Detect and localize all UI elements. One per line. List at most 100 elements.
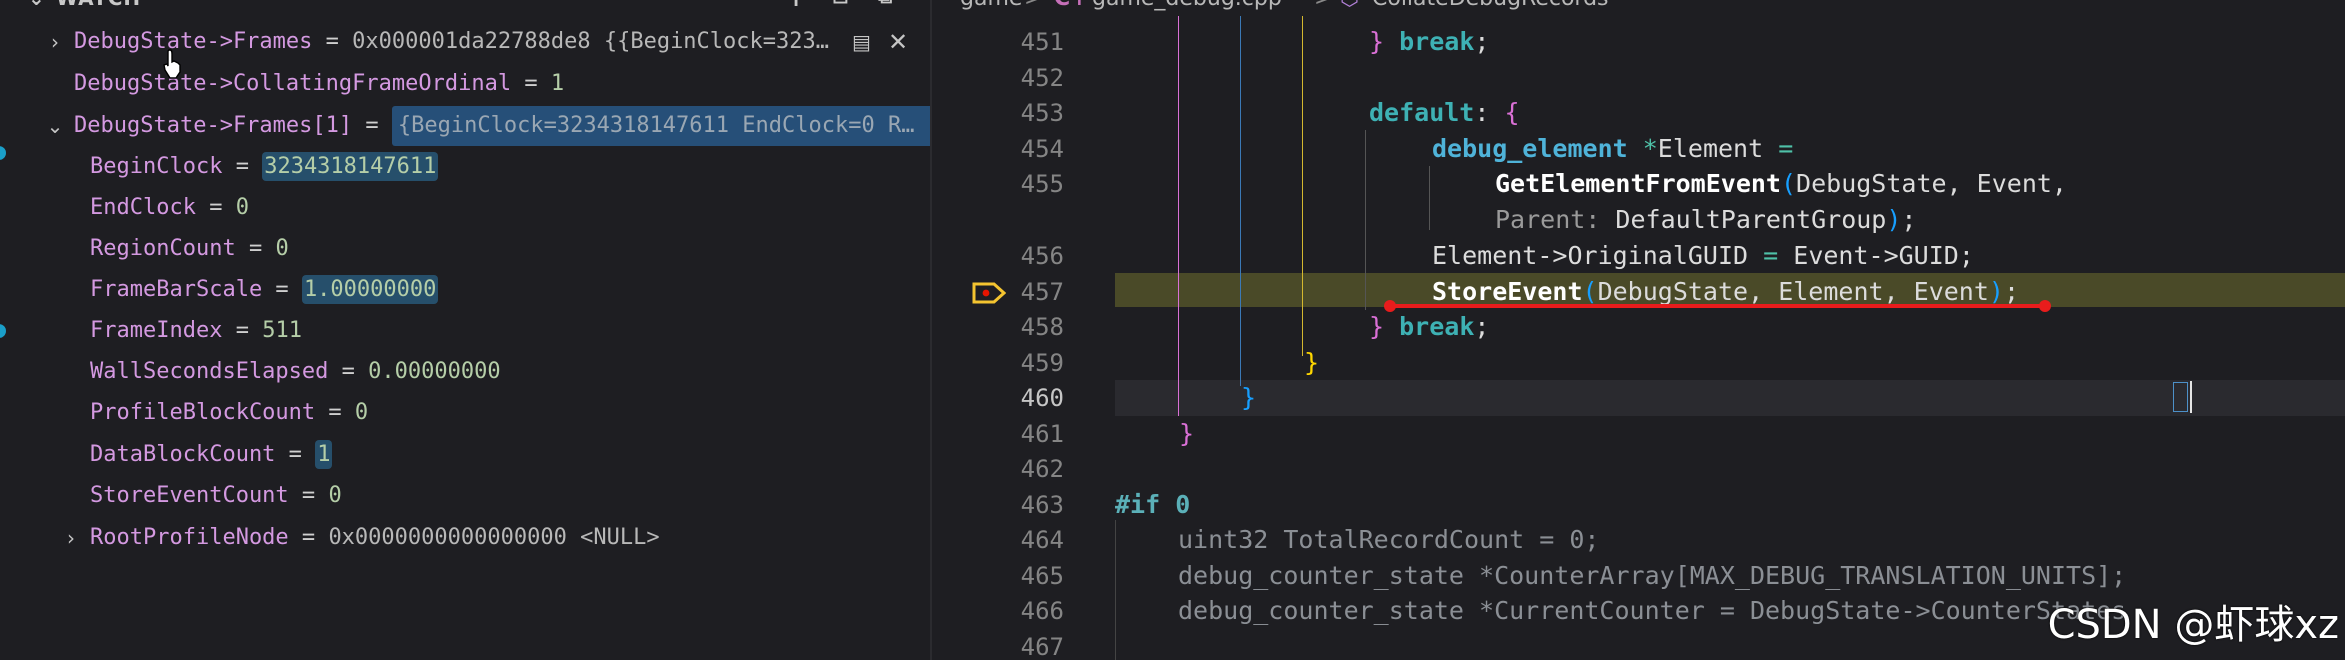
watch-member: FrameBarScale — [90, 277, 263, 302]
code-line-459[interactable]: } — [932, 345, 2345, 381]
watch-member: DataBlockCount — [90, 442, 276, 467]
watch-equals: = — [352, 113, 392, 138]
chevron-right-icon[interactable]: › — [44, 22, 66, 62]
code-line-463[interactable]: #if 0 — [932, 487, 2345, 523]
inlay-hint: Parent: — [1495, 205, 1601, 234]
watch-row-frames-1[interactable]: ⌄ DebugState->Frames[1] = {BeginClock=32… — [20, 106, 930, 146]
watch-member: StoreEventCount — [90, 483, 289, 508]
code-line-455[interactable]: GetElementFromEvent(DebugState, Event, — [932, 166, 2345, 202]
code-token: ; — [1474, 312, 1490, 341]
code-token: * — [1642, 134, 1658, 163]
code-token: ( — [1582, 277, 1598, 306]
code-token: } — [1369, 27, 1385, 56]
watch-value: 0x000001da22788de8 — [352, 29, 591, 54]
text-cursor — [2190, 381, 2192, 413]
code-token: Element->OriginalGUID — [1432, 241, 1749, 270]
watch-row-collating-frame[interactable]: DebugState->CollatingFrameOrdinal = 1 — [20, 64, 930, 104]
watch-equals: = — [235, 236, 276, 261]
watch-header[interactable]: ⌄ WATCH + ⊟ ⧉ — [0, 0, 930, 16]
watch-value: 0x0000000000000000 — [328, 525, 567, 550]
code-line-461[interactable]: } — [932, 416, 2345, 452]
watch-row-end-clock[interactable]: EndClock = 0 — [20, 188, 930, 228]
watch-member: ProfileBlockCount — [90, 400, 316, 425]
breadcrumb: game > C+ game_debug.cpp > ⬡ CollateDebu… — [932, 0, 2345, 16]
code-line-453[interactable]: default: { — [932, 95, 2345, 131]
code-token: break — [1399, 27, 1475, 56]
code-line-465[interactable]: debug_counter_state *CounterArray[MAX_DE… — [932, 558, 2345, 594]
watch-row-data-block-count[interactable]: DataBlockCount = 1 — [20, 435, 930, 475]
chevron-down-icon[interactable]: ⌄ — [28, 0, 45, 10]
watch-expression: DebugState->Frames[1] — [74, 113, 353, 138]
watch-equals: = — [315, 400, 355, 425]
code-token: = — [1778, 134, 1794, 163]
code-line-451[interactable]: } break; — [932, 24, 2345, 60]
code-token: } — [1179, 419, 1195, 448]
watch-row-frame-index[interactable]: FrameIndex = 511 — [20, 311, 930, 351]
code-token: debug_counter_state *CurrentCounter = De… — [1178, 596, 2127, 625]
code-token: : — [1474, 98, 1490, 127]
code-token: } — [1241, 383, 1257, 412]
code-token: ; — [2003, 277, 2020, 306]
code-line-455-wrap[interactable]: Parent: DefaultParentGroup); — [932, 202, 2345, 238]
breadcrumb-symbol[interactable]: CollateDebugRecords — [1372, 0, 1609, 11]
watch-member: WallSecondsElapsed — [90, 359, 329, 384]
code-token: uint32 TotalRecordCount = 0; — [1178, 525, 1600, 554]
breakpoint-dot-icon[interactable] — [0, 146, 6, 160]
code-line-460[interactable]: } — [932, 380, 2345, 416]
view-binary-icon[interactable]: ▤ — [852, 22, 871, 62]
watch-row-profile-block-count[interactable]: ProfileBlockCount = 0 — [20, 393, 930, 433]
watch-row-begin-clock[interactable]: BeginClock = 3234318147611 — [20, 147, 930, 187]
code-line-454[interactable]: debug_element *Element = — [932, 131, 2345, 167]
annotation-dot — [2039, 300, 2051, 312]
code-line-464[interactable]: uint32 TotalRecordCount = 0; — [932, 522, 2345, 558]
watch-equals: = — [222, 318, 263, 343]
breakpoint-arrow-icon[interactable] — [972, 282, 1006, 304]
code-line-458[interactable]: } break; — [932, 309, 2345, 345]
watch-value: 0 — [328, 483, 342, 508]
code-token: debug_counter_state *CounterArray[MAX_DE… — [1178, 561, 2127, 590]
watch-value: 0 — [354, 400, 369, 425]
watermark: CSDN @虾球xz — [2047, 602, 2339, 648]
code-token: DebugState, Event, — [1796, 169, 2067, 198]
watch-row-root-profile-node[interactable]: › RootProfileNode = 0x0000000000000000 <… — [20, 518, 930, 558]
breakpoint-dot-icon[interactable] — [0, 324, 6, 338]
watch-value: 511 — [262, 318, 302, 343]
watch-value: 3234318147611 — [262, 152, 439, 181]
watch-row-frames[interactable]: › DebugState->Frames = 0x000001da22788de… — [20, 22, 930, 62]
code-token: = — [1763, 241, 1779, 270]
close-icon[interactable]: ✕ — [888, 22, 908, 62]
code-token: { — [1504, 98, 1520, 127]
chevron-down-icon[interactable]: ⌄ — [44, 106, 66, 146]
watch-member: BeginClock — [90, 154, 223, 179]
remove-all-icon[interactable]: ⧉ — [878, 0, 892, 8]
watch-member: FrameIndex — [90, 318, 223, 343]
watch-row-store-event-count[interactable]: StoreEventCount = 0 — [20, 476, 930, 516]
watch-row-region-count[interactable]: RegionCount = 0 — [20, 229, 930, 269]
add-expression-icon[interactable]: + — [786, 0, 806, 12]
watch-member: RootProfileNode — [90, 525, 289, 550]
collapse-all-icon[interactable]: ⊟ — [832, 0, 849, 8]
breadcrumb-folder[interactable]: game — [960, 0, 1022, 11]
code-line-456[interactable]: Element->OriginalGUID = Event->GUID; — [932, 238, 2345, 274]
code-token: DebugState, Element, Event — [1597, 277, 1989, 306]
code-token: StoreEvent — [1432, 277, 1583, 306]
watch-value: 0 — [275, 236, 289, 261]
code-token: 0 — [1175, 490, 1191, 519]
bracket-match-box — [2173, 382, 2188, 412]
watch-member: RegionCount — [90, 236, 236, 261]
watch-equals: = — [312, 29, 353, 54]
file-cpp-icon: C+ — [1054, 0, 1089, 11]
watch-member: EndClock — [90, 195, 196, 220]
watch-row-frame-bar-scale[interactable]: FrameBarScale = 1.00000000 — [20, 270, 930, 310]
watch-value: 0.00000000 — [368, 359, 501, 384]
code-token: } — [1369, 312, 1385, 341]
code-editor[interactable]: game > C+ game_debug.cpp > ⬡ CollateDebu… — [932, 0, 2345, 660]
watch-value: 0 — [235, 195, 249, 220]
code-token: DefaultParentGroup — [1615, 205, 1887, 234]
code-token: ) — [1886, 205, 1902, 234]
watch-row-wall-seconds[interactable]: WallSecondsElapsed = 0.00000000 — [20, 352, 930, 392]
breadcrumb-file[interactable]: game_debug.cpp — [1092, 0, 1282, 11]
chevron-right-icon[interactable]: › — [60, 518, 82, 558]
code-token: Element — [1657, 134, 1764, 163]
watch-value: 1 — [550, 71, 565, 96]
